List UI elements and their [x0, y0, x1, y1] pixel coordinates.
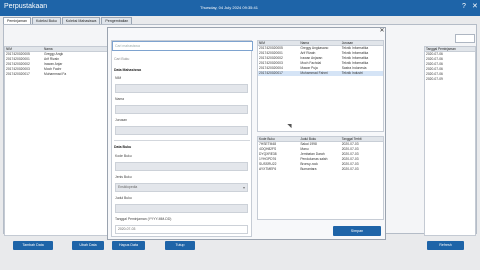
- tanggal-value: 2020-07-03: [118, 227, 136, 231]
- label-judul-buku: Judul Buku: [115, 196, 132, 200]
- column-header-kode-buku: Kode Buku: [259, 137, 275, 141]
- column-header-nama: Nama: [44, 47, 53, 51]
- hapus-data-button[interactable]: Hapus Data: [112, 241, 145, 250]
- section-title-buku: Data Buku: [114, 145, 132, 149]
- tab-koleksi-buku[interactable]: Koleksi Buku: [31, 17, 61, 24]
- kode-buku-field[interactable]: [115, 162, 248, 171]
- nama-field[interactable]: [115, 105, 248, 114]
- table-row[interactable]: 2017420020017 Muhammad Fahmi Teknik Indust…: [258, 71, 383, 76]
- table-row[interactable]: 2017420020017 Muhammad Fa: [5, 72, 107, 77]
- add-loan-dialog: ✕ Cari mahasiswa Cari Buku Data Mahasisw…: [107, 27, 386, 240]
- search-student-input[interactable]: Cari mahasiswa: [112, 41, 253, 51]
- label-jenis-buku: Jenis Buku: [115, 175, 132, 179]
- cell-nim: 2017420020017: [259, 71, 283, 75]
- column-header-judul-buku: Judul Buku: [300, 137, 317, 141]
- column-header-nim: NIM: [259, 41, 265, 45]
- judul-buku-field[interactable]: [115, 204, 248, 213]
- tutup-button[interactable]: Tutup: [165, 241, 195, 250]
- label-jurusan: Jurusan: [115, 118, 128, 122]
- tab-peminjaman[interactable]: Peminjaman: [3, 17, 31, 24]
- column-header-nim: NIM: [6, 47, 12, 51]
- label-kode-buku: Kode Buku: [115, 154, 132, 158]
- cell-nama: Muhammad Fahmi: [300, 71, 328, 75]
- cell-nama: Muhammad Fa: [44, 72, 67, 76]
- cell-tanggal: 2020-07-09: [426, 77, 443, 81]
- background-loans-table: NIM Nama 2017420020005 Greggy Angk 201742…: [4, 46, 108, 236]
- search-book-input[interactable]: Cari Buku: [114, 57, 129, 61]
- background-loan-dates-column: Tanggal Peminjaman 2020-07-06 2020-07-06…: [424, 46, 476, 236]
- column-header-nama: Nama: [300, 41, 309, 45]
- background-search-input[interactable]: [455, 34, 475, 43]
- tanggal-peminjaman-field[interactable]: 2020-07-03: [115, 225, 248, 234]
- cell-tanggal-terbit: 2020-07-03: [341, 167, 359, 171]
- datetime-label: Thursday, 04 July 2024 09:35:41: [200, 5, 258, 10]
- app-title: Perpustakaan: [4, 3, 48, 10]
- simpan-button[interactable]: Simpan: [333, 226, 381, 236]
- cell-nim: 2017420020017: [6, 72, 30, 76]
- books-table: Kode Buku Judul Buku Tanggal Terbit 7HSE…: [257, 136, 384, 220]
- cell-jurusan: Teknik Industri: [341, 71, 363, 75]
- close-icon[interactable]: ✕: [472, 3, 478, 11]
- section-title-mahasiswa: Data Mahasiswa: [114, 68, 142, 72]
- nim-field[interactable]: [115, 84, 248, 93]
- column-header-tanggal-terbit: Tanggal Terbit: [341, 137, 362, 141]
- refresh-button[interactable]: Refresh: [427, 241, 464, 250]
- table-row[interactable]: AYXTMEF6 Bumantara 2020-07-03: [258, 167, 383, 172]
- loan-form: Cari mahasiswa Cari Buku Data Mahasiswa …: [111, 40, 253, 237]
- chevron-down-icon: ▾: [242, 185, 245, 190]
- label-nim: NIM: [115, 76, 122, 80]
- cell-judul-buku: Bumantara: [300, 167, 317, 171]
- column-header-jurusan: Jurusan: [341, 41, 354, 45]
- table-row[interactable]: 2020-07-09: [425, 77, 475, 82]
- tab-pengembalian[interactable]: Pengembalian: [101, 17, 133, 24]
- tab-bar: Peminjaman Koleksi Buku Koleksi Mahasisw…: [3, 17, 133, 24]
- label-tanggal-peminjaman: Tanggal Peminjaman (YYYY-MM-DD): [115, 217, 172, 221]
- column-header-tanggal: Tanggal Peminjaman: [426, 47, 456, 51]
- tambah-data-button[interactable]: Tambah Data: [13, 241, 53, 250]
- jurusan-field[interactable]: [115, 126, 248, 135]
- label-nama: Nama: [115, 97, 125, 101]
- tab-koleksi-mahasiswa[interactable]: Koleksi Mahasiswa: [61, 17, 101, 24]
- jenis-buku-select[interactable]: Ensiklopedia ▾: [115, 183, 248, 192]
- ubah-data-button[interactable]: Ubah Data: [72, 241, 104, 250]
- jenis-buku-value: Ensiklopedia: [118, 185, 138, 189]
- section-divider: [114, 140, 250, 141]
- title-bar: Perpustakaan Thursday, 04 July 2024 09:3…: [0, 0, 480, 16]
- students-table: NIM Nama Jurusan 2017420020005 Greggy Ang…: [257, 40, 384, 132]
- dialog-close-icon[interactable]: ✕: [378, 28, 386, 35]
- help-icon[interactable]: ?: [462, 3, 466, 11]
- cell-kode-buku: AYXTMEF6: [259, 167, 277, 171]
